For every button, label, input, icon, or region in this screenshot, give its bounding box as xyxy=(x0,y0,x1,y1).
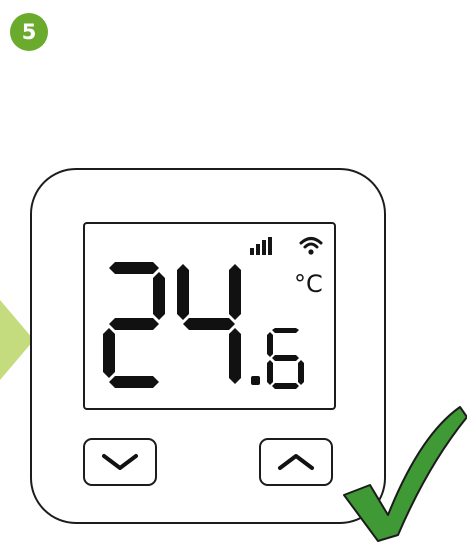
step-number-badge: 5 xyxy=(10,13,48,51)
temperature-readout xyxy=(103,262,304,389)
checkmark-icon xyxy=(343,406,467,542)
step-number: 5 xyxy=(21,20,37,44)
chevron-down-icon xyxy=(102,454,138,470)
lcd-screen: °C xyxy=(83,222,336,410)
digit-4 xyxy=(177,264,241,384)
pointer-arrow-icon xyxy=(0,300,34,380)
down-button[interactable] xyxy=(83,438,157,486)
chevron-up-icon xyxy=(278,454,314,470)
decimal-point xyxy=(251,376,260,385)
digit-6 xyxy=(267,328,304,389)
digit-2 xyxy=(103,262,165,388)
up-button[interactable] xyxy=(259,438,333,486)
